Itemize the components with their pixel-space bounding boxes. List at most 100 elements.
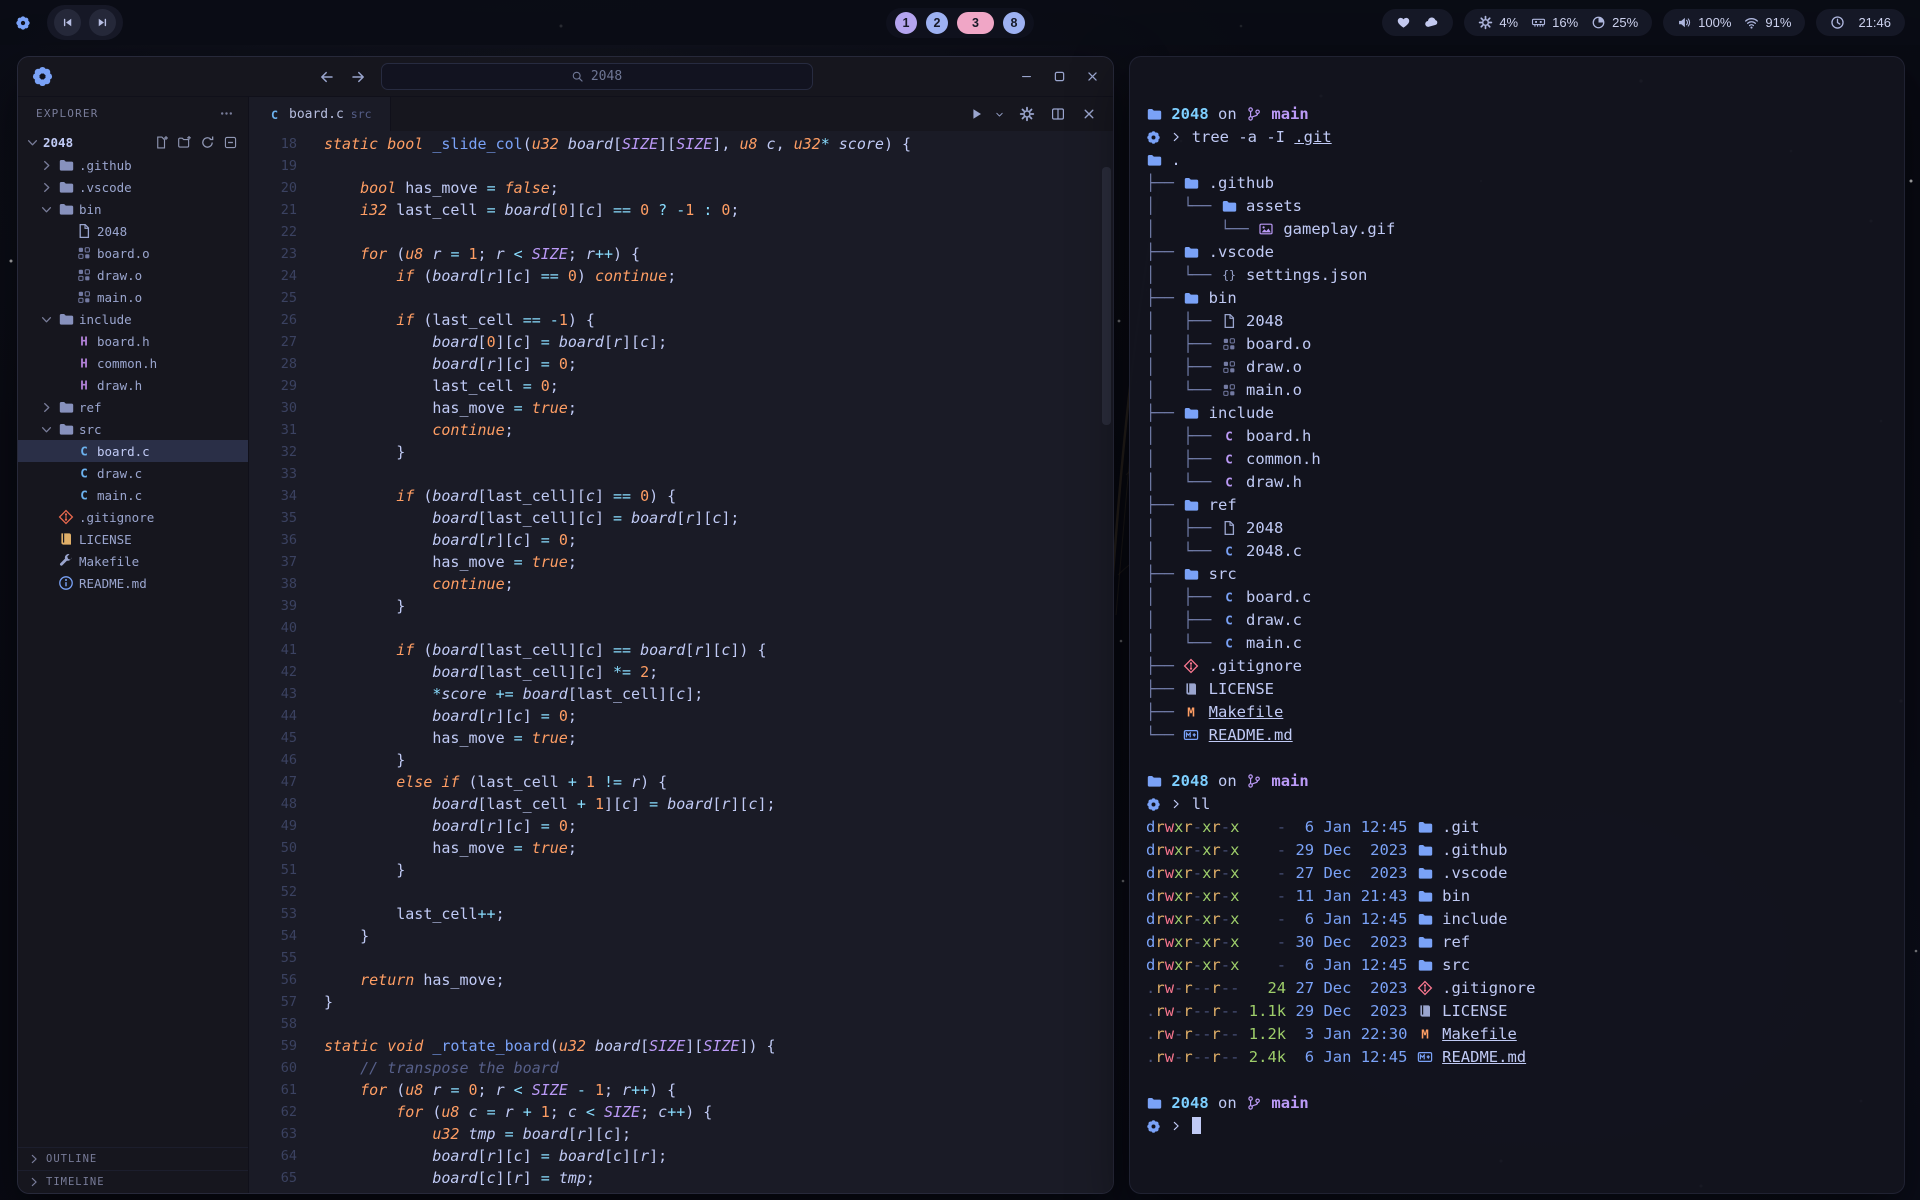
folder-icon (1183, 244, 1199, 260)
code-editor[interactable]: 18static bool _slide_col(u32 board[SIZE]… (249, 131, 1113, 1193)
folder-icon (58, 421, 74, 437)
navigate-forward-icon[interactable] (350, 69, 366, 85)
heart-icon (1396, 15, 1411, 30)
explorer-item-board.o[interactable]: board.o (18, 242, 248, 264)
terminal-tree-line: ├── .vscode (1146, 241, 1888, 264)
code-line-65: 65 board[c][r] = tmp; (249, 1167, 1113, 1189)
code-line-64: 64 board[r][c] = board[c][r]; (249, 1145, 1113, 1167)
chevR-icon (1170, 1120, 1182, 1132)
folder-icon (58, 179, 74, 195)
folder-icon (1183, 175, 1199, 191)
media-next-button[interactable] (89, 9, 116, 36)
gear-icon (1478, 15, 1493, 30)
tab-dir-hint: src (351, 107, 372, 121)
explorer-item-include[interactable]: include (18, 308, 248, 330)
navigate-back-icon[interactable] (319, 69, 335, 85)
ram-icon (1531, 15, 1546, 30)
close-editor-icon[interactable] (1081, 106, 1097, 122)
terminal-tree-line: ├── LICENSE (1146, 678, 1888, 701)
explorer-root-folder[interactable]: 2048 (18, 130, 248, 154)
binary-icon (76, 267, 92, 283)
terminal-window: 2048 on main tree -a -I .git .├── .githu… (1129, 56, 1905, 1194)
markdown-icon (1183, 727, 1199, 743)
svg-text:C: C (271, 107, 278, 121)
split-editor-icon[interactable] (1050, 106, 1066, 122)
chevron-right-icon (28, 1153, 40, 1165)
terminal-tree-line: │ ├── 2048 (1146, 310, 1888, 333)
explorer-item-main.o[interactable]: main.o (18, 286, 248, 308)
file-icon (1221, 313, 1237, 329)
workspace-3[interactable]: 3 (957, 12, 994, 34)
terminal-ll-line: .rw-r--r-- 1.1k 29 Dec 2023 LICENSE (1146, 1000, 1888, 1023)
hletter-icon: H (76, 355, 92, 371)
svg-text:H: H (80, 378, 88, 393)
maximize-button[interactable] (1052, 69, 1067, 84)
root-folder-label: 2048 (43, 135, 73, 150)
new-file-icon[interactable] (154, 135, 169, 150)
collapse-folders-icon[interactable] (223, 135, 238, 150)
code-line-51: 51 } (249, 859, 1113, 881)
svg-text:C: C (80, 444, 88, 459)
code-line-57: 57} (249, 991, 1113, 1013)
command-center-search[interactable]: 2048 (381, 63, 813, 90)
code-line-23: 23 for (u8 r = 1; r < SIZE; r++) { (249, 243, 1113, 265)
branch-icon (1246, 1095, 1262, 1111)
minimize-button[interactable] (1019, 69, 1034, 84)
workspace-1[interactable]: 1 (895, 12, 917, 34)
terminal-tree-line: │ ├── C board.c (1146, 586, 1888, 609)
terminal-content[interactable]: 2048 on main tree -a -I .git .├── .githu… (1130, 57, 1904, 1193)
wrench-icon (58, 553, 74, 569)
explorer-item-draw.o[interactable]: draw.o (18, 264, 248, 286)
run-dropdown-icon[interactable] (995, 110, 1004, 119)
close-button[interactable] (1085, 69, 1100, 84)
hletter-icon: H (76, 333, 92, 349)
code-line-33: 33 (249, 463, 1113, 485)
terminal-tree-line: │ ├── board.o (1146, 333, 1888, 356)
workspace-2[interactable]: 2 (926, 12, 948, 34)
explorer-item-.github[interactable]: .github (18, 154, 248, 176)
terminal-ll-line: drwxr-xr-x - 27 Dec 2023 .vscode (1146, 862, 1888, 885)
explorer-title: EXPLORER (36, 107, 99, 120)
explorer-item-board.c[interactable]: Cboard.c (18, 440, 248, 462)
explorer-item-README.md[interactable]: README.md (18, 572, 248, 594)
terminal-prompt-header: 2048 on main (1146, 1092, 1888, 1115)
launcher-logo-icon[interactable] (15, 15, 31, 31)
explorer-item-draw.c[interactable]: Cdraw.c (18, 462, 248, 484)
timeline-section[interactable]: TIMELINE (18, 1170, 248, 1193)
workspace-8[interactable]: 8 (1003, 12, 1025, 34)
explorer-item-LICENSE[interactable]: LICENSE (18, 528, 248, 550)
media-prev-button[interactable] (54, 9, 81, 36)
branch-icon (1246, 106, 1262, 122)
explorer-item-2048[interactable]: 2048 (18, 220, 248, 242)
new-folder-icon[interactable] (177, 135, 192, 150)
run-code-icon[interactable] (968, 106, 984, 122)
tab-board-c[interactable]: C board.c src (249, 97, 391, 131)
more-actions-icon[interactable] (219, 106, 234, 121)
explorer-item-board.h[interactable]: Hboard.h (18, 330, 248, 352)
refresh-explorer-icon[interactable] (200, 135, 215, 150)
explorer-item-main.c[interactable]: Cmain.c (18, 484, 248, 506)
terminal-tree-line: │ └── {} settings.json (1146, 264, 1888, 287)
explorer-item-Makefile[interactable]: Makefile (18, 550, 248, 572)
explorer-item-src[interactable]: src (18, 418, 248, 440)
outline-section[interactable]: OUTLINE (18, 1147, 248, 1170)
code-line-26: 26 if (last_cell == -1) { (249, 309, 1113, 331)
terminal-ll-line: .rw-r--r-- 1.2k 3 Jan 22:30 M Makefile (1146, 1023, 1888, 1046)
explorer-item-bin[interactable]: bin (18, 198, 248, 220)
svg-text:C: C (1225, 590, 1233, 605)
code-line-36: 36 board[r][c] = 0; (249, 529, 1113, 551)
stat-speaker: 100% (1677, 15, 1731, 30)
code-line-31: 31 continue; (249, 419, 1113, 441)
editor-scrollbar[interactable] (1102, 167, 1111, 425)
explorer-item-ref[interactable]: ref (18, 396, 248, 418)
search-icon (571, 70, 584, 83)
terminal-tree-line: │ └── assets (1146, 195, 1888, 218)
terminal-ll-line: drwxr-xr-x - 30 Dec 2023 ref (1146, 931, 1888, 954)
explorer-item-common.h[interactable]: Hcommon.h (18, 352, 248, 374)
code-line-58: 58 (249, 1013, 1113, 1035)
explorer-item-draw.h[interactable]: Hdraw.h (18, 374, 248, 396)
explorer-item-.gitignore[interactable]: .gitignore (18, 506, 248, 528)
settings-gear-icon[interactable] (1019, 106, 1035, 122)
terminal-ll-line: .rw-r--r-- 2.4k 6 Jan 12:45 README.md (1146, 1046, 1888, 1069)
explorer-item-.vscode[interactable]: .vscode (18, 176, 248, 198)
